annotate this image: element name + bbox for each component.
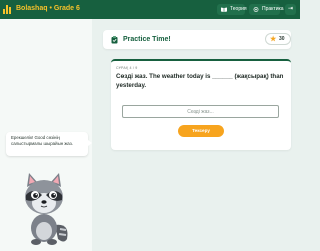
question-counter: СҰРАҚ 4 / 9 xyxy=(116,66,138,70)
page-title: Practice Time! xyxy=(123,36,171,43)
theory-button[interactable]: Теория xyxy=(217,4,247,15)
brand-name: Bolashaq • Grade 6 xyxy=(16,5,80,12)
practice-header: Practice Time! xyxy=(103,30,291,49)
bar-chart-logo-icon xyxy=(3,5,13,14)
target-icon xyxy=(253,7,259,12)
top-bar: Bolashaq • Grade 6 Теория Практика ⇥ xyxy=(0,0,300,19)
score-value: 30 xyxy=(279,36,285,42)
hint-text: Ерекшелік! Good сөзінің салыстырмалы шыр… xyxy=(11,135,73,146)
question-text: Сөзді жаз. The weather today is ______ (… xyxy=(116,73,284,89)
practice-label: Практика xyxy=(262,6,284,12)
book-icon xyxy=(221,7,227,12)
logout-icon: ⇥ xyxy=(287,6,294,12)
check-button[interactable]: Тексеру xyxy=(178,125,224,137)
clipboard-icon xyxy=(111,36,118,44)
theory-label: Теория xyxy=(230,6,247,12)
question-card: СҰРАҚ 4 / 9 Сөзді жаз. The weather today… xyxy=(111,59,291,150)
logout-button[interactable]: ⇥ xyxy=(285,4,296,15)
speech-bubble: Ерекшелік! Good сөзінің салыстырмалы шыр… xyxy=(6,132,92,156)
star-icon: ★ xyxy=(270,36,277,43)
raccoon-mascot-icon xyxy=(25,173,68,245)
score-badge: ★ 30 xyxy=(265,33,291,45)
practice-button[interactable]: Практика xyxy=(249,4,284,15)
answer-input[interactable] xyxy=(122,105,279,118)
